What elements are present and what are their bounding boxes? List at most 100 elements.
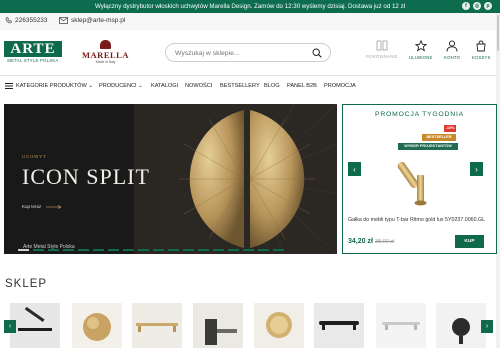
star-icon (414, 40, 427, 52)
slider-dot[interactable] (243, 249, 254, 251)
marella-logo-subtitle: Made in Italy (95, 60, 116, 64)
compare-button[interactable]: PORÓWNANIE (366, 40, 398, 59)
product-card[interactable] (72, 303, 122, 348)
slider-dot[interactable] (228, 249, 239, 251)
product-card[interactable] (193, 303, 243, 348)
instagram-icon[interactable]: ◎ (473, 2, 481, 10)
nav-item-producers[interactable]: PRODUCENCI ⌄ (99, 83, 143, 89)
marella-crest-icon (100, 40, 111, 49)
slider-dots (18, 249, 284, 251)
nav-item-producers-label: PRODUCENCI (99, 83, 137, 89)
chevron-down-icon: ⌄ (138, 83, 143, 89)
cart-label: KOSZYK (472, 55, 491, 60)
shop-prev-button[interactable]: ‹ (4, 320, 16, 333)
marella-logo-text: MARELLA (82, 50, 129, 60)
favorites-button[interactable]: ULUBIONE (409, 40, 433, 60)
slider-dot[interactable] (108, 249, 119, 251)
nav-item-new[interactable]: NOWOŚCI (185, 83, 212, 89)
product-card[interactable] (132, 303, 182, 348)
chevron-right-icon: › (485, 323, 489, 330)
slider-dot[interactable] (258, 249, 269, 251)
facebook-icon[interactable]: f (462, 2, 470, 10)
site-header: ARTE METAL STYLE POLSKA MARELLA Made in … (0, 30, 500, 76)
account-label: KONTO (444, 55, 461, 60)
designer-choice-badge: WYBÓR PROJEKTANTÓW (398, 143, 458, 150)
slider-dot[interactable] (33, 249, 44, 251)
scrollbar-thumb[interactable] (497, 15, 499, 51)
slider-dot[interactable] (138, 249, 149, 251)
slider-dot[interactable] (78, 249, 89, 251)
slider-dot[interactable] (153, 249, 164, 251)
compare-label: PORÓWNANIE (366, 54, 398, 59)
mail-icon (59, 17, 68, 24)
product-card[interactable] (10, 303, 60, 348)
product-card[interactable] (376, 303, 426, 348)
search-box (165, 43, 331, 62)
nav-item-blog[interactable]: BLOG (264, 83, 280, 89)
arte-logo-subtitle: METAL STYLE POLSKA (7, 58, 59, 63)
hamburger-icon[interactable] (5, 83, 13, 89)
slider-dot[interactable] (63, 249, 74, 251)
nav-item-catalogs[interactable]: KATALOGI (151, 83, 178, 89)
product-image (83, 313, 111, 341)
nav-item-promotion[interactable]: PROMOCJA (324, 83, 356, 89)
search-icon[interactable] (312, 48, 322, 58)
promo-product-image (397, 161, 427, 206)
email-address: sklep@arte-msp.pl (71, 17, 126, 24)
arrow-right-icon (46, 204, 63, 209)
chevron-down-icon: ⌄ (88, 83, 94, 89)
phone-contact[interactable]: 226355233 (5, 17, 48, 24)
product-card[interactable] (436, 303, 486, 348)
hero-buy-label: Kup teraz (22, 204, 42, 209)
section-title-shop: SKLEP (5, 278, 48, 290)
bestseller-badge: BESTSELLER (422, 134, 456, 141)
favorites-label: ULUBIONE (409, 55, 433, 60)
account-button[interactable]: KONTO (444, 40, 460, 60)
slider-dot[interactable] (18, 249, 29, 251)
slider-dot[interactable] (93, 249, 104, 251)
hero-product-image (164, 104, 337, 254)
product-card[interactable] (314, 303, 364, 348)
promo-old-price: 38,00 zł (375, 239, 395, 245)
product-image (205, 319, 237, 345)
product-image (319, 321, 359, 330)
cart-button[interactable]: KOSZYK (472, 40, 491, 60)
contact-bar: 226355233 sklep@arte-msp.pl (0, 13, 500, 30)
promo-prev-button[interactable]: ‹ (348, 162, 361, 176)
nav-item-categories[interactable]: KATEGORIE PRODUKTÓW ⌄ (16, 83, 93, 89)
pinterest-icon[interactable]: p (484, 2, 492, 10)
arte-logo[interactable]: ARTE METAL STYLE POLSKA (4, 41, 62, 66)
slider-dot[interactable] (213, 249, 224, 251)
slider-dot[interactable] (168, 249, 179, 251)
chevron-right-icon: › (475, 164, 478, 174)
slider-dot[interactable] (183, 249, 194, 251)
slider-dot[interactable] (198, 249, 209, 251)
slider-dot[interactable] (48, 249, 59, 251)
chevron-left-icon: ‹ (8, 323, 12, 330)
hero-title: ICON SPLIT (22, 164, 150, 189)
nav-item-b2b[interactable]: PANEL B2B (287, 83, 317, 89)
arte-logo-text: ARTE (4, 41, 62, 57)
product-image (18, 306, 52, 331)
slider-dot[interactable] (273, 249, 284, 251)
user-icon (446, 40, 458, 52)
slider-dot[interactable] (123, 249, 134, 251)
product-image (136, 323, 178, 332)
promo-product-name[interactable]: Gałka do mebli typu T-bar Ritmo gold lux… (348, 217, 488, 225)
product-card[interactable] (254, 303, 304, 348)
nav-item-bestsellers[interactable]: BESTSELLERY (220, 83, 260, 89)
hero-kicker: UCHWYT (22, 154, 47, 159)
phone-number: 226355233 (15, 17, 48, 24)
hero-buy-link[interactable]: Kup teraz (22, 204, 63, 209)
shop-next-button[interactable]: › (481, 320, 493, 333)
marella-logo[interactable]: MARELLA Made in Italy (79, 40, 132, 68)
promo-price: 34,20 zł (348, 238, 373, 245)
email-contact[interactable]: sklep@arte-msp.pl (59, 17, 125, 24)
buy-button[interactable]: KUP (455, 235, 484, 248)
promo-next-button[interactable]: › (470, 162, 483, 176)
product-image (266, 312, 292, 338)
search-input[interactable] (175, 47, 305, 59)
promotion-title: PROMOCJA TYGODNIA (374, 111, 464, 118)
hero-slider[interactable]: UCHWYT ICON SPLIT Kup teraz Arte Metal S… (4, 104, 337, 254)
product-image (452, 318, 470, 344)
